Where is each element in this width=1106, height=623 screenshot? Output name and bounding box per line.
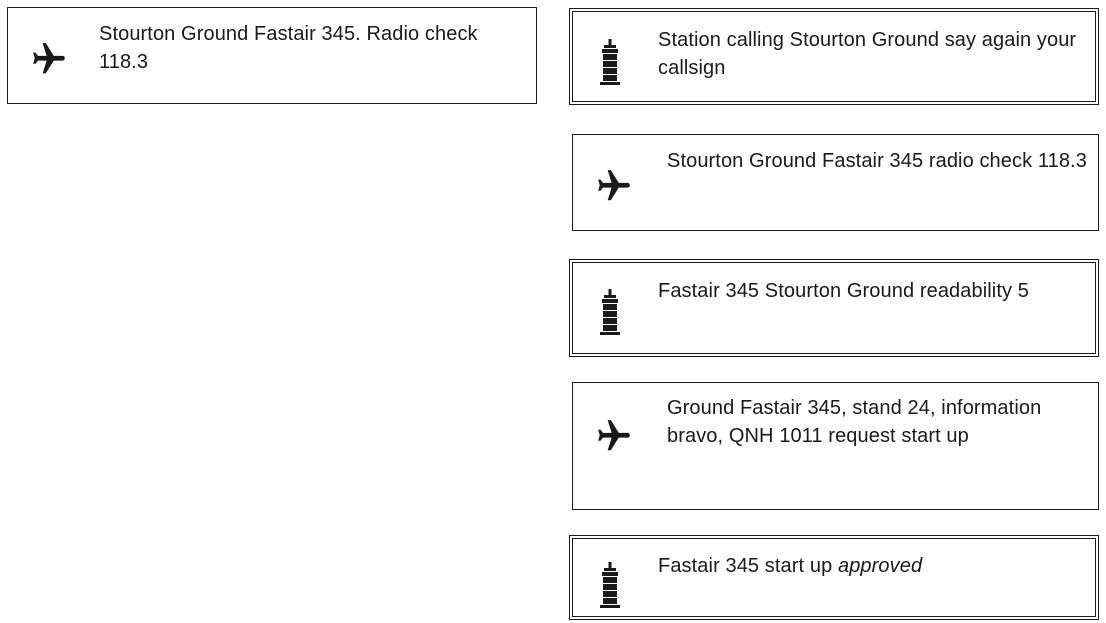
pilot-message-box: Ground Fastair 345, stand 24, informatio… xyxy=(572,382,1099,510)
message-text: Ground Fastair 345, stand 24, informatio… xyxy=(667,397,1042,447)
pilot-message-box: Stourton Ground Fastair 345 radio check … xyxy=(572,134,1099,231)
message-text: Stourton Ground Fastair 345. Radio check… xyxy=(99,23,478,73)
pilot-message-box: Stourton Ground Fastair 345. Radio check… xyxy=(7,7,537,104)
message-text: Fastair 345 start up approved xyxy=(658,552,1088,580)
atc-message-box: Fastair 345 Stourton Ground readability … xyxy=(569,259,1099,357)
message-text: Station calling Stourton Ground say agai… xyxy=(658,29,1077,79)
airplane-icon xyxy=(598,170,630,201)
atc-message-box: Fastair 345 start up approved xyxy=(569,535,1099,620)
message-text: Fastair 345 Stourton Ground readability … xyxy=(658,280,1029,302)
message-text-emphasis: approved xyxy=(837,555,923,577)
airplane-icon xyxy=(598,420,630,451)
control-tower-icon xyxy=(600,39,620,85)
message-text-main: Fastair 345 start up xyxy=(658,555,833,577)
message-text: Stourton Ground Fastair 345 radio check … xyxy=(667,150,1087,172)
atc-message-box: Station calling Stourton Ground say agai… xyxy=(569,8,1099,105)
airplane-icon xyxy=(33,43,65,74)
control-tower-icon xyxy=(600,289,620,335)
control-tower-icon xyxy=(600,562,620,608)
